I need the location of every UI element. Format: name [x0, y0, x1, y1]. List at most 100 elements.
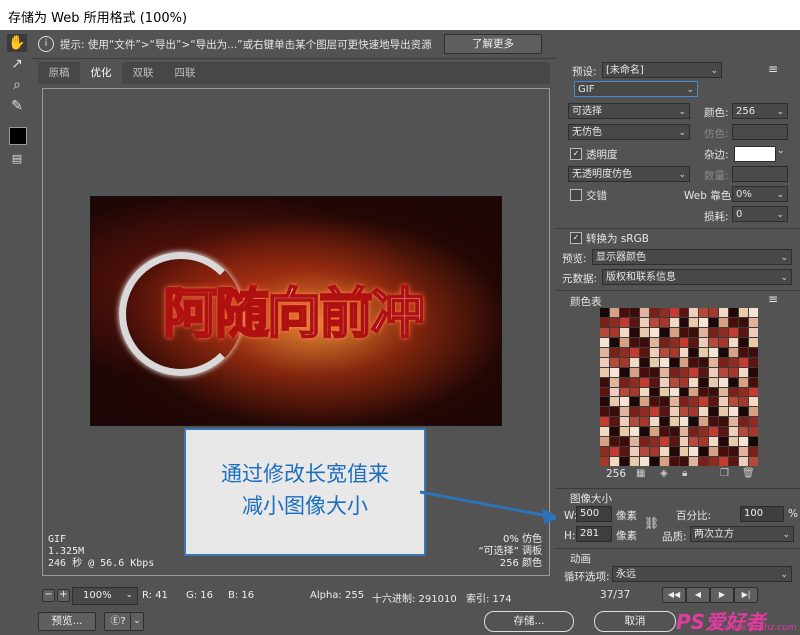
color-swatch[interactable] — [699, 447, 709, 457]
learn-more-button[interactable]: 了解更多 — [444, 34, 542, 54]
color-swatch[interactable] — [739, 437, 749, 447]
convert-srgb-checkbox[interactable]: ✓ — [570, 232, 582, 244]
color-swatch[interactable] — [679, 337, 689, 347]
color-swatch[interactable] — [639, 357, 649, 367]
color-swatch[interactable] — [600, 377, 609, 387]
color-swatch[interactable] — [609, 337, 619, 347]
color-swatch[interactable] — [609, 427, 619, 437]
zoom-select[interactable]: 100% ⌄ — [72, 587, 138, 605]
width-input[interactable]: 500 — [576, 506, 612, 522]
color-swatch[interactable] — [639, 417, 649, 427]
color-swatch[interactable] — [719, 437, 729, 447]
color-swatch[interactable] — [719, 447, 729, 457]
color-swatch[interactable] — [629, 337, 639, 347]
color-swatch[interactable] — [729, 377, 739, 387]
transparency-dither-select[interactable]: 无透明度仿色 ⌄ — [568, 166, 690, 182]
color-swatch[interactable] — [729, 397, 739, 407]
preview-mode-select[interactable]: 显示器颜色 ⌄ — [592, 249, 792, 265]
color-swatch[interactable] — [729, 357, 739, 367]
trash-icon[interactable]: 🗑︎ — [742, 468, 755, 479]
color-swatch[interactable] — [689, 367, 699, 377]
color-swatch[interactable] — [629, 387, 639, 397]
color-swatch[interactable] — [600, 387, 609, 397]
browser-preview-icon[interactable]: Ⓔ? — [104, 612, 132, 631]
color-swatch[interactable] — [600, 347, 609, 357]
color-swatch[interactable] — [739, 407, 749, 417]
color-swatch[interactable] — [679, 417, 689, 427]
color-swatch[interactable] — [600, 357, 609, 367]
color-swatch[interactable] — [719, 407, 729, 417]
color-swatch[interactable] — [679, 407, 689, 417]
color-swatch[interactable] — [719, 357, 729, 367]
chevron-down-icon[interactable]: ⌄ — [777, 146, 785, 156]
color-swatch[interactable] — [649, 308, 659, 317]
color-swatch[interactable] — [699, 317, 709, 327]
color-swatch[interactable] — [689, 387, 699, 397]
color-swatch[interactable] — [719, 337, 729, 347]
color-swatch[interactable] — [609, 417, 619, 427]
color-swatch[interactable] — [669, 367, 679, 377]
color-swatch[interactable] — [649, 367, 659, 377]
color-swatch[interactable] — [689, 417, 699, 427]
color-swatch[interactable] — [659, 327, 669, 337]
tab-original[interactable]: 原稿 — [38, 62, 80, 84]
matte-color-swatch[interactable] — [734, 146, 776, 162]
color-swatch[interactable] — [719, 417, 729, 427]
color-swatch[interactable] — [659, 367, 669, 377]
color-swatch[interactable] — [719, 397, 729, 407]
color-swatch[interactable] — [600, 397, 609, 407]
color-swatch[interactable] — [749, 327, 758, 337]
color-swatch[interactable] — [669, 317, 679, 327]
color-swatch[interactable] — [639, 327, 649, 337]
format-select[interactable]: GIF ⌄ — [574, 81, 698, 97]
color-swatch[interactable] — [629, 377, 639, 387]
color-swatch[interactable] — [669, 387, 679, 397]
color-swatch[interactable] — [639, 397, 649, 407]
color-swatch[interactable] — [639, 308, 649, 317]
color-swatch[interactable] — [709, 357, 719, 367]
color-swatch[interactable] — [649, 337, 659, 347]
color-swatch[interactable] — [689, 427, 699, 437]
color-swatch[interactable] — [639, 387, 649, 397]
color-swatch[interactable] — [669, 417, 679, 427]
hand-tool-icon[interactable]: ✋ — [7, 34, 27, 52]
color-swatch[interactable] — [699, 357, 709, 367]
color-swatch[interactable] — [649, 407, 659, 417]
color-swatch[interactable] — [659, 317, 669, 327]
color-swatch[interactable] — [749, 367, 758, 377]
color-swatch[interactable] — [659, 417, 669, 427]
color-swatch[interactable] — [619, 447, 629, 457]
color-swatch[interactable] — [619, 457, 629, 466]
color-swatch[interactable] — [699, 417, 709, 427]
zoom-in-button[interactable]: + — [57, 589, 70, 602]
first-frame-button[interactable]: ◀◀ — [662, 587, 686, 603]
color-swatch[interactable] — [659, 397, 669, 407]
panel-menu-icon[interactable]: ≡ — [768, 62, 778, 76]
color-swatch[interactable] — [699, 377, 709, 387]
color-swatch[interactable] — [709, 427, 719, 437]
color-swatch[interactable] — [719, 317, 729, 327]
eyedropper-tool-icon[interactable]: ✎ — [7, 97, 27, 115]
play-button[interactable]: ▶ — [710, 587, 734, 603]
color-swatch[interactable] — [649, 417, 659, 427]
color-swatch[interactable] — [639, 437, 649, 447]
color-swatch[interactable] — [729, 327, 739, 337]
color-swatch[interactable] — [739, 367, 749, 377]
color-swatch[interactable] — [669, 457, 679, 466]
color-swatch[interactable] — [609, 397, 619, 407]
color-swatch[interactable] — [639, 367, 649, 377]
color-swatch[interactable] — [600, 437, 609, 447]
color-swatch[interactable] — [639, 407, 649, 417]
color-swatch[interactable] — [649, 447, 659, 457]
color-swatch[interactable] — [659, 337, 669, 347]
color-swatch[interactable] — [600, 417, 609, 427]
color-swatch[interactable] — [629, 397, 639, 407]
color-swatch[interactable] — [609, 447, 619, 457]
color-swatch[interactable] — [739, 387, 749, 397]
color-swatch[interactable] — [649, 397, 659, 407]
color-swatch[interactable] — [739, 327, 749, 337]
color-swatch[interactable] — [709, 457, 719, 466]
color-swatch[interactable] — [679, 357, 689, 367]
color-swatch[interactable] — [629, 357, 639, 367]
color-swatch[interactable] — [709, 397, 719, 407]
